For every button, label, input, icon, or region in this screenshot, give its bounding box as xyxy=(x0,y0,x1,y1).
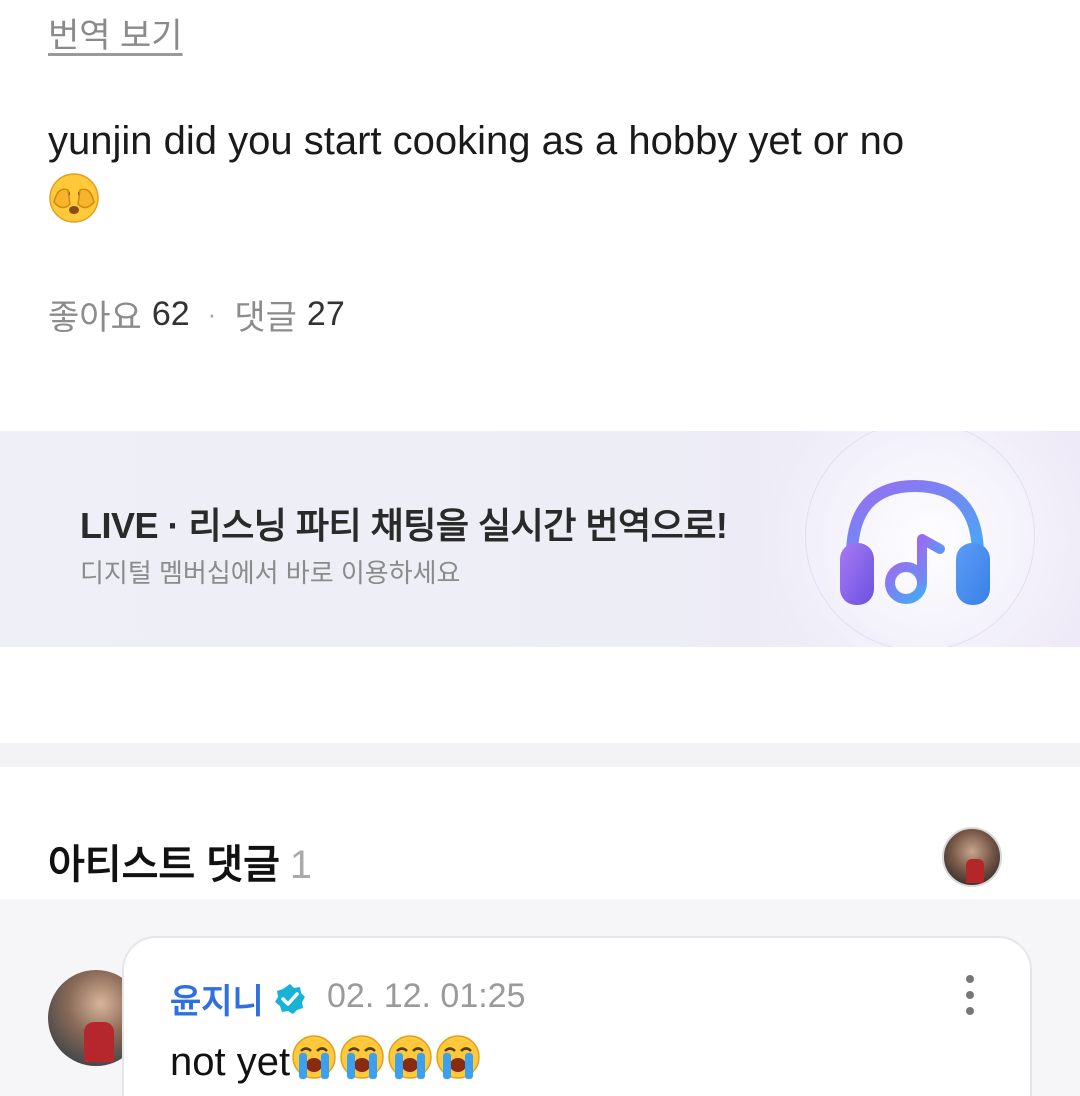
more-options-icon[interactable] xyxy=(955,975,985,1015)
comment-body: not yet xyxy=(170,1039,291,1084)
post-text: yunjin did you start cooking as a hobby … xyxy=(48,110,1038,242)
loudly-crying-face-icon xyxy=(386,1033,434,1091)
artist-comments-title: 아티스트 댓글 xyxy=(48,843,280,887)
artist-comments-header: 아티스트 댓글 1 xyxy=(48,832,312,890)
headphones-music-icon xyxy=(840,479,990,605)
comment-author[interactable]: 윤지니 xyxy=(170,974,306,1023)
loudly-crying-face-icon xyxy=(434,1033,482,1091)
post-body: yunjin did you start cooking as a hobby … xyxy=(48,119,905,163)
comments-label[interactable]: 댓글 xyxy=(234,290,297,339)
face-with-hand-over-eyes-icon xyxy=(48,172,100,242)
live-promo-banner[interactable]: LIVE · 리스닝 파티 채팅을 실시간 번역으로! 디지털 멤버십에서 바로… xyxy=(0,431,1080,647)
likes-label[interactable]: 좋아요 xyxy=(48,290,142,339)
loudly-crying-face-icon xyxy=(338,1033,386,1091)
post-stats: 좋아요 62 · 댓글 27 xyxy=(48,290,345,339)
artist-comments-count: 1 xyxy=(289,843,313,887)
comment-timestamp: 02. 12. 01:25 xyxy=(327,977,526,1015)
comments-count: 27 xyxy=(306,295,345,333)
crying-emojis xyxy=(290,1033,482,1091)
banner-subtitle: 디지털 멤버십에서 바로 이용하세요 xyxy=(80,558,461,588)
banner-title: LIVE · 리스닝 파티 채팅을 실시간 번역으로! xyxy=(80,505,728,546)
loudly-crying-face-icon xyxy=(290,1033,338,1091)
likes-count: 62 xyxy=(151,295,190,333)
translate-link[interactable]: 번역 보기 xyxy=(48,8,183,57)
verified-badge-icon xyxy=(274,983,305,1014)
artist-avatar-small[interactable] xyxy=(942,827,1002,887)
stats-separator: · xyxy=(207,299,217,329)
comment-text: not yet xyxy=(170,1033,482,1091)
section-divider xyxy=(0,743,1080,767)
comment-author-name: 윤지니 xyxy=(170,983,264,1021)
